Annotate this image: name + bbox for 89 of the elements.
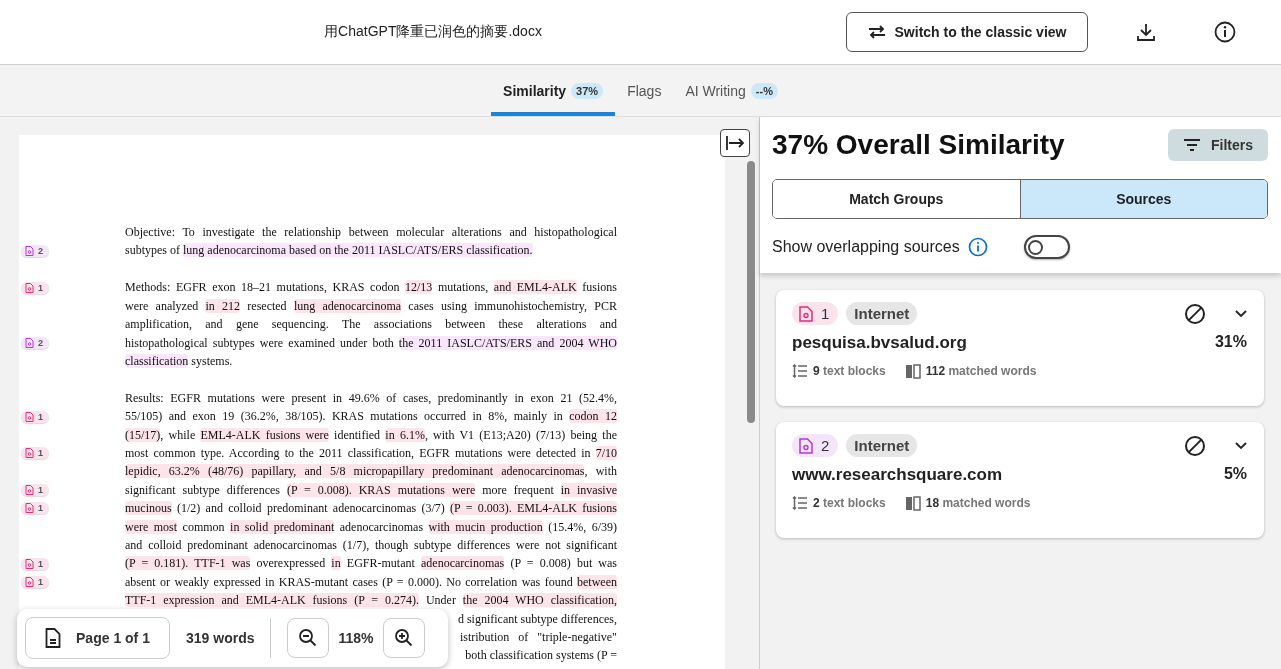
document-line: 55/105) and exon 19 (36.2%, 38/105). KRAS mutations occurred in 8%, mainly in codon 12 [125,408,617,426]
match-marker[interactable]: 2 [21,244,49,257]
match-marker[interactable]: 1 [21,484,49,497]
document-search-icon [25,282,34,293]
matched-words-count: 18 matched words [925,496,1031,510]
document-line: were analyzed in 212 resected lung adenocarcinoma cases using immunohistochemistry, PCR [125,297,617,315]
document-search-icon [25,485,34,496]
source-name: pesquisa.bvsalud.org [792,333,967,353]
source-percent: 31% [1214,333,1247,352]
exclude-icon[interactable] [1184,302,1206,325]
document-search-icon [25,337,34,348]
compare-pages-icon [904,363,921,379]
zoom-in-icon [393,628,414,648]
zoom-out-button[interactable] [287,618,330,658]
document-search-icon [25,411,34,422]
toggle-switch[interactable] [1023,235,1070,259]
document-search-icon [799,437,813,454]
document-icon [45,628,62,648]
overall-similarity-title: 37% Overall Similarity [772,129,1065,161]
match-marker[interactable]: 1 [21,447,49,460]
document-line: absent or weakly expressed in KRAS-mutant cases (P = 0.000). No correlation was found between [125,573,617,591]
tab[interactable]: AI Writing --% [673,65,790,116]
tab[interactable]: Flags [615,65,674,116]
zoom-level: 118% [338,630,374,646]
text-blocks-count: 2 text blocks [813,496,886,510]
overlap-label: Show overlapping sources [772,238,960,256]
filter-icon [1183,138,1201,152]
source-card[interactable]: 2 Internet www.researchsquare.com 5% 2 text blocks 18 matched words [776,422,1264,538]
document-line: subtypes of lung adenocarcinoma based on the 2011 IASLC/ATS/ERS classification. [125,242,534,260]
document-line: histopathological subtypes were examined under both the 2011 IASLC/ATS/ERS and 2004 WHO [125,334,617,352]
document-search-icon [799,305,813,322]
source-percent: 5% [1223,465,1247,484]
file-name: 用ChatGPT降重已润色的摘要.docx [324,23,542,41]
word-count: 319 words [186,630,255,646]
document-line: Results: EGFR mutations were present in 49.6% of cases, predominantly in exon 21 (52.4%, [125,389,617,407]
source-card[interactable]: 1 Internet pesquisa.bvsalud.org 31% 9 text blocks 112 matched words [776,290,1264,406]
source-number-badge: 2 [792,434,839,457]
view-toggle-button[interactable]: Sources [1019,180,1267,218]
match-marker[interactable]: 1 [21,281,49,294]
document-line: amplification, and gene sequencing. The associations between these alterations and [125,316,617,334]
match-marker[interactable]: 1 [21,576,49,588]
document-line: lepidic, 63.2% (48/76) papillary, and 5/8 micropapillary predominant adenocarcinomas, with [125,463,617,481]
document-line: mucinous (1/2) and colloid predominant adenocarcinomas (3/7) (P = 0.003). EML4-ALK fusions [125,500,617,518]
document-line: most common type. According to the 2011 classification, EGFR mutations were detected in 7/10 [125,445,617,463]
switch-view-button[interactable]: Switch to the classic view [846,12,1088,52]
filters-button[interactable]: Filters [1168,129,1268,161]
document-line: classification systems. [125,352,234,370]
source-type-tag: Internet [846,302,918,325]
exclude-icon[interactable] [1184,434,1206,457]
match-marker[interactable]: 2 [21,336,49,349]
match-marker[interactable]: 1 [21,410,49,423]
source-name: www.researchsquare.com [792,465,1003,485]
document-line: (P = 0.181). TTF-1 was overexpressed in EGFR-mutant adenocarcinomas (P = 0.008) but was [125,555,617,573]
compare-pages-icon [904,495,921,511]
document-line: Methods: EGFR exon 18–21 mutations, KRAS codon 12/13 mutations, and EML4-ALK fusions [125,279,617,297]
document-search-icon [25,245,34,256]
zoom-in-button[interactable] [382,618,425,658]
document-line: significant subtype differences (P = 0.008). KRAS mutations were more frequent in invasive [125,481,617,499]
document-line: (15/17), while EML4-ALK fusions were identified in 6.1%, with V1 (E13;A20) (7/13) being the [125,426,617,444]
chevron-down-icon[interactable] [1234,308,1248,319]
swap-arrows-icon [867,25,886,39]
source-number-badge: 1 [792,302,839,325]
document-line: Objective: To investigate the relationship between molecular alterations and histopathological [125,224,617,241]
text-blocks-icon [792,364,808,378]
download-icon[interactable] [1136,22,1156,42]
match-marker[interactable]: 1 [21,502,49,515]
match-marker[interactable]: 1 [21,557,49,570]
document-line: both classification systems (P = [465,647,617,665]
document-search-icon [25,577,34,587]
matched-words-count: 112 matched words [925,364,1037,378]
document-search-icon [25,448,34,459]
document-line: and colloid predominant adenocarcinomas (1/7), though subtype differences were not significant [125,537,617,555]
text-blocks-count: 9 text blocks [813,364,886,378]
document-search-icon [25,503,34,514]
page-button[interactable]: Page 1 of 1 [25,617,170,659]
document-line: d significant subtype differences, [457,610,617,628]
document-line: TTF-1 expression and EML4-ALK fusions (P = 0.274). Under the 2004 WHO classification, [125,592,617,610]
document-search-icon [25,558,34,569]
info-icon[interactable] [1214,21,1236,43]
collapse-panel-button[interactable] [720,129,750,157]
collapse-arrow-icon [725,135,745,151]
percent-badge: 37% [571,82,604,99]
percent-badge: --% [750,82,778,99]
document-line: istribution of "triple-negative" [459,629,617,646]
document-line: were most common in solid predominant adenocarcinomas with mucin production (15.4%, 6/39) [125,518,617,536]
source-type-tag: Internet [846,434,918,457]
chevron-down-icon[interactable] [1234,440,1248,451]
text-blocks-icon [792,496,808,510]
zoom-out-icon [298,628,319,648]
